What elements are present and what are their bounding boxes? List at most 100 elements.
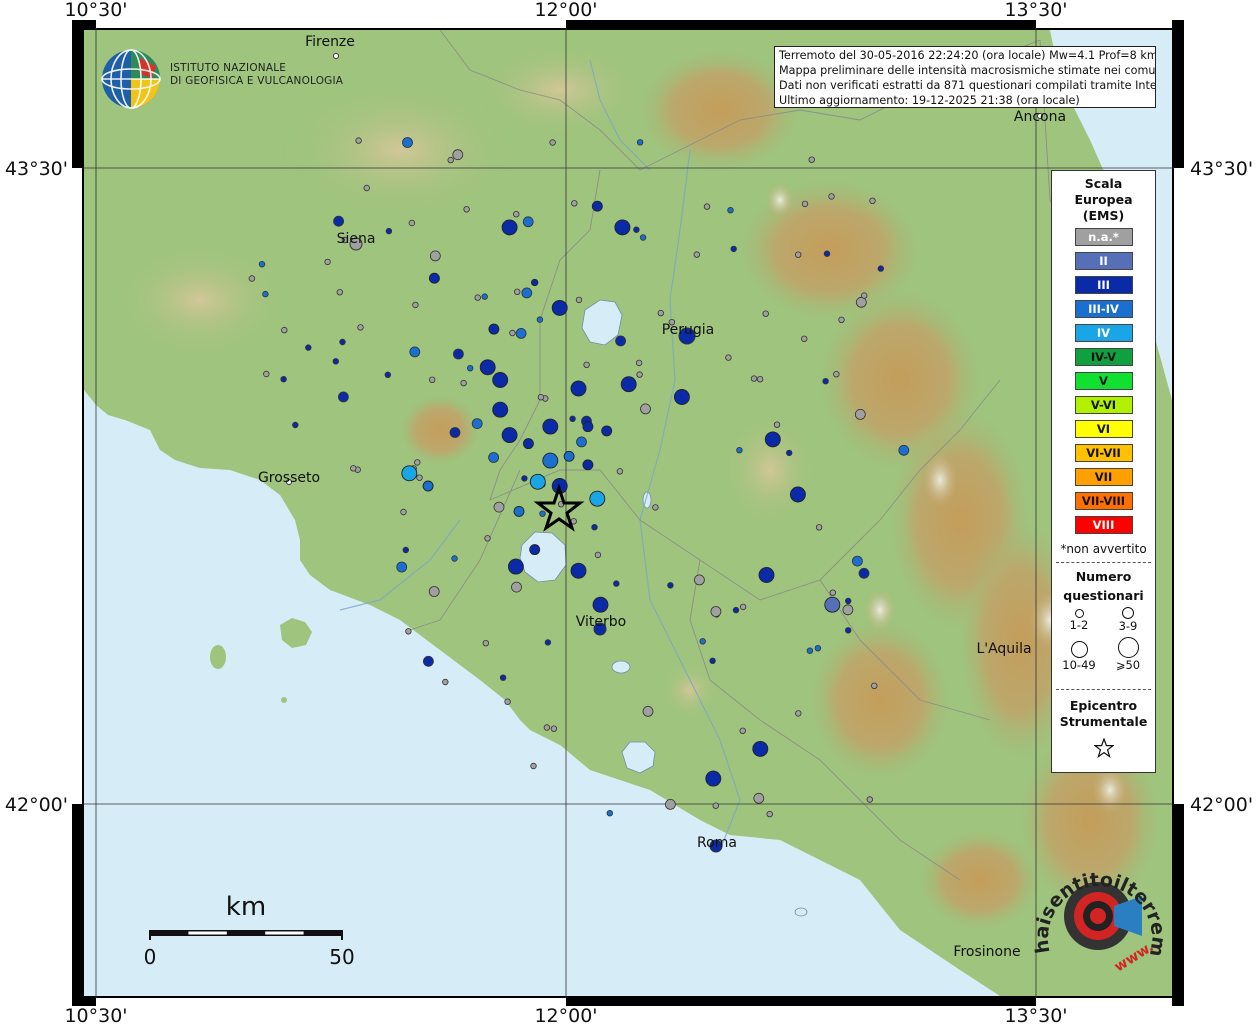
- observation-point-minor: [571, 200, 578, 207]
- observation-point-minor: [866, 796, 873, 803]
- observation-point-minor: [467, 365, 474, 372]
- observation-point-minor: [463, 206, 470, 213]
- observation-point-minor: [861, 292, 868, 299]
- observation-point-minor: [428, 586, 440, 597]
- observation-point-minor: [258, 261, 266, 268]
- epicenter-title-line-2: Strumentale: [1059, 714, 1148, 729]
- event-info-line-3: Dati non verificati estratti da 871 ques…: [779, 79, 1156, 92]
- observation-point-minor: [693, 251, 700, 258]
- lat-label-right-1: 43°30': [1190, 158, 1253, 180]
- observation-point-minor: [333, 215, 345, 227]
- observation-point-minor: [350, 465, 357, 472]
- observation-point: [522, 438, 534, 450]
- observation-point-minor: [262, 290, 269, 298]
- observation-point: [589, 490, 606, 507]
- observation-point-minor: [576, 436, 587, 448]
- observation-point-minor: [854, 408, 866, 420]
- observation-point: [542, 418, 559, 435]
- city-marker-firenze: [333, 53, 339, 59]
- lon-label-bottom-2: 12°00': [534, 1005, 597, 1024]
- observation-point-minor: [667, 582, 674, 589]
- observation-point-minor: [712, 802, 719, 809]
- ems-class-7: V: [1074, 372, 1133, 390]
- observation-point: [764, 431, 781, 448]
- legend-star-icon: [1052, 737, 1155, 761]
- ems-class-3: III: [1074, 276, 1133, 294]
- observation-point-minor: [521, 475, 528, 482]
- ems-legend: Scala Europea (EMS) n.a.* II III III-IV IV IV…: [1051, 170, 1156, 773]
- size-label-3: 10-49: [1062, 658, 1096, 672]
- observation-point-minor: [699, 638, 706, 645]
- observation-point-minor: [786, 449, 793, 457]
- ems-class-2: II: [1074, 252, 1133, 270]
- observation-point-minor: [569, 415, 576, 422]
- observation-point-minor: [536, 316, 544, 323]
- observation-point-minor: [504, 698, 511, 705]
- city-grosseto: Grosseto: [258, 470, 320, 486]
- observation-point-minor: [549, 139, 556, 146]
- observation-point-minor: [357, 324, 364, 331]
- observation-point-minor: [613, 580, 620, 587]
- observation-point-minor: [606, 810, 613, 817]
- observation-point-minor: [710, 606, 722, 617]
- observation-point: [758, 567, 775, 583]
- observation-point-minor: [858, 567, 870, 579]
- observation-point-minor: [452, 348, 464, 360]
- city-perugia: Perugia: [662, 322, 715, 338]
- ems-class-5: IV: [1074, 324, 1133, 342]
- observation-point-minor: [852, 555, 863, 567]
- observation-point-minor: [384, 371, 391, 378]
- lat-label-left-2: 42°00': [5, 794, 68, 816]
- observation-point-minor: [808, 156, 815, 163]
- observation-point-minor: [484, 535, 491, 542]
- event-info-line-4: Ultimo aggiornamento: 19-12-2025 21:38 (…: [779, 94, 1080, 107]
- ems-class-8: V-VI: [1074, 396, 1133, 414]
- observation-point: [428, 272, 440, 284]
- lon-label-top-2: 12°00': [534, 0, 597, 21]
- observation-point-minor: [766, 810, 773, 818]
- observation-point-minor: [814, 645, 822, 652]
- scale-bar-base: [150, 930, 342, 936]
- lat-label-left-1: 43°30': [5, 158, 68, 180]
- observation-point-minor: [514, 288, 521, 295]
- legend-title-line-3: (EMS): [1082, 208, 1125, 223]
- ems-class-6: IV-V: [1074, 348, 1133, 366]
- observation-point-minor: [633, 226, 640, 233]
- observation-point-minor: [845, 597, 852, 605]
- observation-point-minor: [493, 501, 505, 513]
- observation-point-minor: [842, 604, 854, 616]
- observation-point-minor: [402, 546, 409, 554]
- observation-point-minor: [575, 296, 583, 304]
- legend-note: *non avvertito: [1060, 542, 1147, 556]
- observation-point: [705, 770, 722, 787]
- observation-point-minor: [481, 293, 488, 300]
- ingv-logo: [100, 48, 162, 114]
- observation-point-minor: [511, 581, 522, 593]
- ems-class-1: n.a.*: [1074, 228, 1133, 246]
- ems-class-list: n.a.* II III III-IV IV IV-V V V-VI VI VI-VII VII VI…: [1052, 228, 1155, 534]
- observation-point-minor: [396, 561, 408, 573]
- city-laquila: L'Aquila: [976, 641, 1031, 657]
- city-viterbo: Viterbo: [576, 614, 626, 630]
- observation-point-minor: [829, 589, 836, 596]
- institute-line-2: di Geofisica e Vulcanologia: [170, 75, 344, 87]
- city-ancona: Ancona: [1014, 109, 1066, 125]
- observation-point-minor: [616, 468, 624, 475]
- event-info-box: Terremoto del 30-05-2016 22:24:20 (ora l…: [774, 46, 1156, 108]
- observation-point: [570, 562, 587, 579]
- observation-point-minor: [727, 206, 734, 214]
- size-item-3: 10-49: [1054, 641, 1104, 672]
- observation-point-minor: [694, 574, 705, 586]
- observation-point-minor: [482, 640, 489, 647]
- observation-point: [673, 389, 690, 405]
- observation-point-minor: [823, 250, 831, 257]
- observation-point-minor: [845, 627, 852, 634]
- observation-point: [529, 544, 541, 556]
- ems-class-4: III-IV: [1074, 300, 1133, 318]
- size-item-4: ⩾50: [1103, 637, 1153, 672]
- observation-point-minor: [509, 329, 516, 337]
- observation-point: [570, 380, 587, 397]
- haisentito-logo: haisentitoilterremoto.it www.: [1023, 831, 1170, 982]
- observation-point-minor: [838, 316, 845, 323]
- observation-point-minor: [402, 137, 413, 148]
